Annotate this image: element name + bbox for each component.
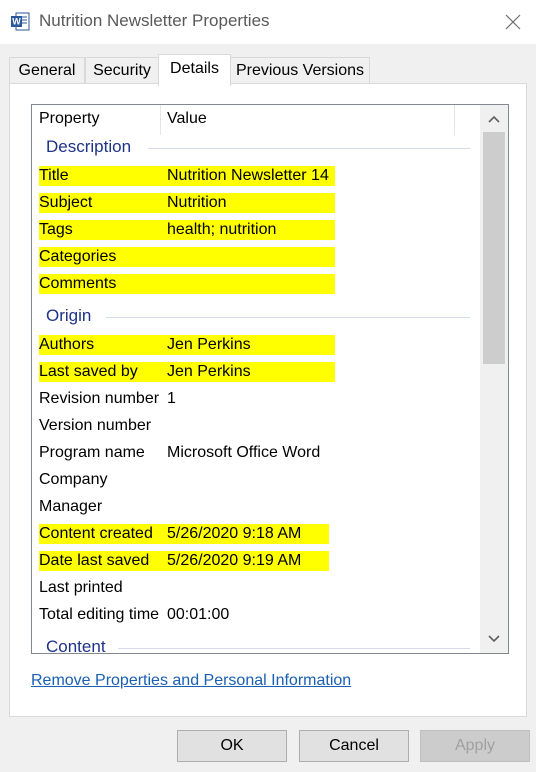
title-bar: W Nutrition Newsletter Properties <box>0 0 536 44</box>
chevron-down-icon <box>488 635 500 643</box>
tab-security[interactable]: Security <box>85 57 159 84</box>
property-value: 5/26/2020 9:18 AM <box>167 525 302 542</box>
svg-text:W: W <box>12 17 21 27</box>
property-value: 00:01:00 <box>167 606 230 623</box>
properties-list[interactable]: Property Value Description Title Nutriti… <box>31 104 509 654</box>
property-value: Jen Perkins <box>167 336 251 353</box>
scroll-up-button[interactable] <box>480 105 508 133</box>
group-divider <box>118 648 470 649</box>
property-value: Nutrition Newsletter 14 <box>167 167 329 184</box>
property-name: Program name <box>39 444 145 461</box>
property-name: Tags <box>39 221 73 238</box>
property-name: Version number <box>39 417 152 434</box>
ok-button[interactable]: OK <box>177 730 287 762</box>
property-name: Manager <box>39 498 103 515</box>
property-value: 5/26/2020 9:19 AM <box>167 552 302 569</box>
property-name: Content created <box>39 525 153 542</box>
property-value: Nutrition <box>167 194 227 211</box>
property-name: Total editing time <box>39 606 160 623</box>
column-header: Property Value <box>32 105 478 135</box>
group-divider <box>148 148 470 149</box>
property-name: Last printed <box>39 579 123 596</box>
column-value[interactable]: Value <box>167 110 207 128</box>
property-value: Jen Perkins <box>167 363 251 380</box>
remove-properties-link[interactable]: Remove Properties and Personal Informati… <box>31 672 351 690</box>
close-button[interactable] <box>490 0 536 44</box>
group-content: Content <box>46 637 106 654</box>
tab-previous-versions[interactable]: Previous Versions <box>230 57 370 84</box>
property-name: Title <box>39 167 69 184</box>
column-divider[interactable] <box>160 105 161 135</box>
property-name: Categories <box>39 248 117 265</box>
property-name: Revision number <box>39 390 160 407</box>
word-document-icon: W <box>11 12 30 31</box>
close-icon <box>505 14 521 30</box>
property-value: Microsoft Office Word <box>167 444 321 461</box>
tab-general[interactable]: General <box>9 57 85 84</box>
property-name: Date last saved <box>39 552 150 569</box>
column-divider[interactable] <box>454 105 455 135</box>
chevron-up-icon <box>488 115 500 123</box>
group-origin: Origin <box>46 306 92 325</box>
scroll-thumb[interactable] <box>483 132 505 364</box>
details-panel: Property Value Description Title Nutriti… <box>9 83 527 717</box>
column-property[interactable]: Property <box>39 110 99 128</box>
property-name: Comments <box>39 275 117 292</box>
vertical-scrollbar[interactable] <box>480 105 508 653</box>
apply-button[interactable]: Apply <box>420 730 530 762</box>
group-description: Description <box>46 137 132 156</box>
property-name: Authors <box>39 336 95 353</box>
property-value: health; nutrition <box>167 221 277 238</box>
property-name: Last saved by <box>39 363 138 380</box>
scroll-down-button[interactable] <box>480 625 508 653</box>
property-name: Company <box>39 471 108 488</box>
window-title: Nutrition Newsletter Properties <box>39 11 270 30</box>
group-divider <box>106 317 470 318</box>
property-value: 1 <box>167 390 176 407</box>
tab-details[interactable]: Details <box>158 54 231 86</box>
cancel-button[interactable]: Cancel <box>299 730 409 762</box>
property-name: Subject <box>39 194 93 211</box>
